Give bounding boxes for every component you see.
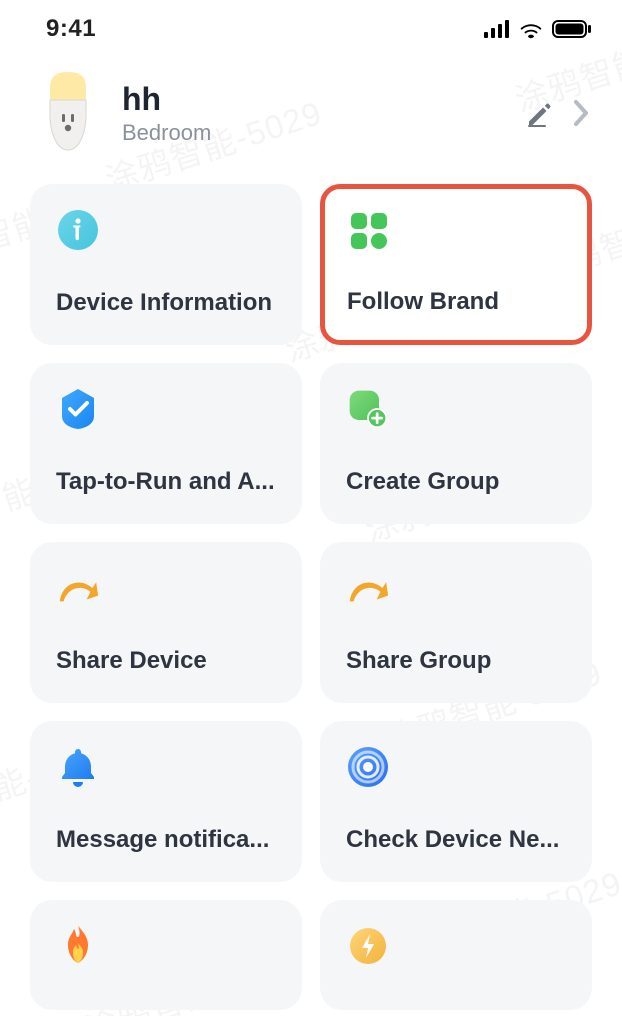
tile-partial-right[interactable]: [320, 900, 592, 1010]
tile-label: Follow Brand: [347, 288, 565, 316]
tile-tap-to-run[interactable]: Tap-to-Run and A...: [30, 363, 302, 524]
bolt-circle-icon: [346, 924, 390, 968]
tile-message-notification[interactable]: Message notifica...: [30, 721, 302, 882]
battery-icon: [552, 20, 592, 38]
status-bar: 9:41: [0, 0, 622, 52]
tile-share-group[interactable]: Share Group: [320, 542, 592, 703]
tile-label: Check Device Ne...: [346, 826, 566, 854]
tiles-grid: Device Information Follow Brand Tap-to-R…: [0, 184, 622, 1010]
device-name: hh: [122, 81, 498, 118]
tile-label: Share Device: [56, 647, 276, 675]
bell-icon: [56, 745, 100, 789]
status-time: 9:41: [46, 15, 96, 43]
device-header: hh Bedroom: [0, 52, 622, 184]
chevron-right-icon[interactable]: [572, 98, 590, 128]
wifi-icon: [518, 19, 544, 39]
share-icon: [346, 566, 390, 610]
tile-follow-brand[interactable]: Follow Brand: [320, 184, 592, 345]
automation-check-icon: [56, 387, 100, 431]
create-group-icon: [346, 387, 390, 431]
tile-share-device[interactable]: Share Device: [30, 542, 302, 703]
tile-label: Share Group: [346, 647, 566, 675]
share-icon: [56, 566, 100, 610]
edit-icon[interactable]: [524, 98, 554, 128]
tile-device-information[interactable]: Device Information: [30, 184, 302, 345]
apps-icon: [347, 209, 391, 253]
device-room: Bedroom: [122, 120, 498, 146]
tile-partial-left[interactable]: [30, 900, 302, 1010]
tile-create-group[interactable]: Create Group: [320, 363, 592, 524]
info-icon: [56, 208, 100, 252]
tile-label: Message notifica...: [56, 826, 276, 854]
flame-icon: [56, 924, 100, 968]
tile-label: Tap-to-Run and A...: [56, 468, 276, 496]
device-plug-icon: [40, 72, 96, 154]
tile-check-device-network[interactable]: Check Device Ne...: [320, 721, 592, 882]
cellular-icon: [484, 20, 510, 38]
network-icon: [346, 745, 390, 789]
tile-label: Device Information: [56, 289, 276, 317]
tile-label: Create Group: [346, 468, 566, 496]
